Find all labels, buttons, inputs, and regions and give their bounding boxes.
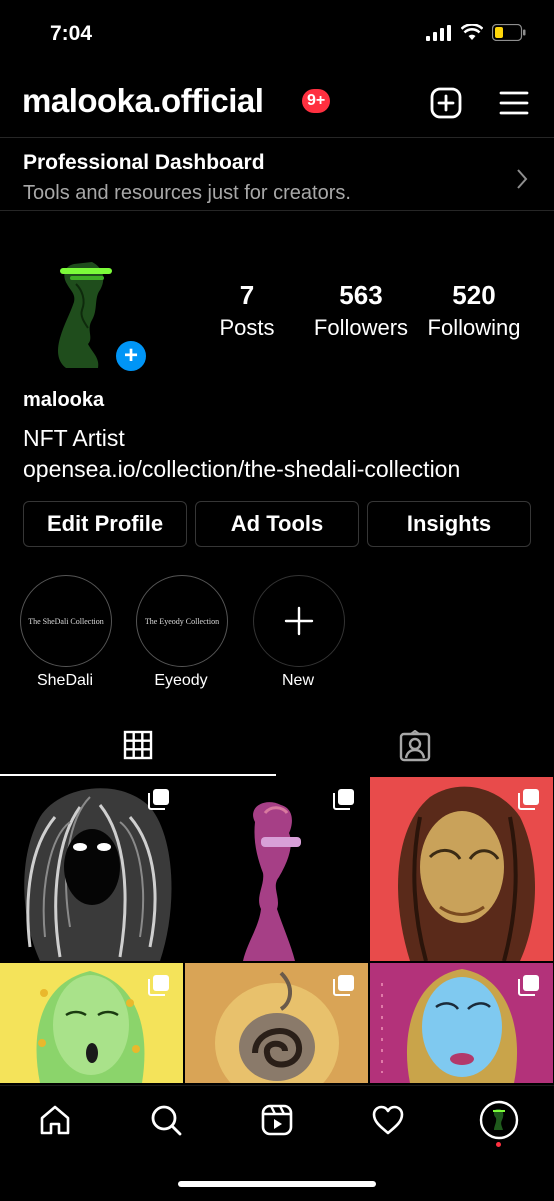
heart-icon xyxy=(372,1105,404,1135)
following-count[interactable]: 520 Following xyxy=(420,280,528,341)
post-thumbnail[interactable] xyxy=(185,963,368,1083)
status-time: 7:04 xyxy=(50,22,93,45)
home-icon xyxy=(40,1105,70,1135)
followers-count-label: Followers xyxy=(313,315,409,340)
status-icons xyxy=(426,24,526,41)
multi-post-icon xyxy=(333,975,354,996)
nav-home[interactable] xyxy=(35,1100,75,1140)
active-tab-indicator xyxy=(0,774,276,776)
post-thumbnail[interactable] xyxy=(370,963,553,1083)
profile-username-title[interactable]: malooka.official xyxy=(22,82,264,120)
post-thumbnail[interactable] xyxy=(185,777,368,961)
search-icon xyxy=(151,1105,182,1136)
reels-icon xyxy=(261,1104,293,1136)
tagged-person-icon xyxy=(399,729,431,762)
wifi-icon xyxy=(461,24,483,40)
plus-square-icon xyxy=(430,87,462,119)
highlight-cover-text: The SheDali Collection xyxy=(28,616,104,626)
grid-icon xyxy=(123,730,153,760)
followers-count[interactable]: 563 Followers xyxy=(306,280,416,341)
multi-post-icon xyxy=(148,789,169,810)
menu-button[interactable] xyxy=(497,86,531,120)
add-story-plus-icon[interactable]: + xyxy=(113,338,149,374)
ad-tools-button[interactable]: Ad Tools xyxy=(195,501,359,547)
followers-count-value: 563 xyxy=(339,280,383,310)
highlight-cover-text: The Eyeody Collection xyxy=(144,616,220,626)
nav-search[interactable] xyxy=(146,1100,186,1140)
highlight-shedali[interactable]: The SheDali Collection xyxy=(20,575,112,667)
activity-dot xyxy=(496,1142,501,1147)
highlight-label: New xyxy=(281,672,314,689)
nav-activity[interactable] xyxy=(368,1100,408,1140)
dashboard-subtitle: Tools and resources just for creators. xyxy=(23,182,351,204)
following-count-label: Following xyxy=(427,315,521,340)
dashboard-title: Professional Dashboard xyxy=(23,151,265,174)
insights-button[interactable]: Insights xyxy=(367,501,531,547)
notification-badge: 9+ xyxy=(302,89,331,113)
highlight-label: SheDali xyxy=(36,672,94,689)
dashboard-divider xyxy=(0,210,554,211)
profile-avatar-icon xyxy=(479,1100,519,1140)
create-post-button[interactable] xyxy=(429,86,463,120)
multi-post-icon xyxy=(518,975,539,996)
highlight-eyeody[interactable]: The Eyeody Collection xyxy=(136,575,228,667)
post-thumbnail[interactable] xyxy=(0,777,183,961)
multi-post-icon xyxy=(333,789,354,810)
nav-profile[interactable] xyxy=(479,1100,519,1140)
new-highlight-button[interactable] xyxy=(253,575,345,667)
tab-tagged[interactable] xyxy=(399,729,431,767)
post-thumbnail[interactable] xyxy=(370,777,553,961)
posts-count-label: Posts xyxy=(219,315,275,340)
battery-icon xyxy=(492,24,526,41)
home-indicator xyxy=(178,1181,376,1187)
chevron-right-icon xyxy=(517,169,528,189)
nav-reels[interactable] xyxy=(257,1100,297,1140)
hamburger-menu-icon xyxy=(499,91,529,115)
tab-grid[interactable] xyxy=(123,730,153,765)
plus-icon xyxy=(284,606,314,636)
multi-post-icon xyxy=(148,975,169,996)
highlight-label: Eyeody xyxy=(154,672,208,689)
profile-display-name: malooka xyxy=(23,389,105,411)
following-count-value: 520 xyxy=(452,280,496,310)
posts-count-value: 7 xyxy=(239,280,255,310)
profile-website-link[interactable]: opensea.io/collection/the-shedali-collec… xyxy=(23,456,460,483)
post-thumbnail[interactable] xyxy=(0,963,183,1083)
posts-count[interactable]: 7 Posts xyxy=(210,280,284,341)
edit-profile-button[interactable]: Edit Profile xyxy=(23,501,187,547)
cellular-signal-icon xyxy=(426,24,451,41)
profile-bio: NFT Artist xyxy=(23,425,125,451)
multi-post-icon xyxy=(518,789,539,810)
